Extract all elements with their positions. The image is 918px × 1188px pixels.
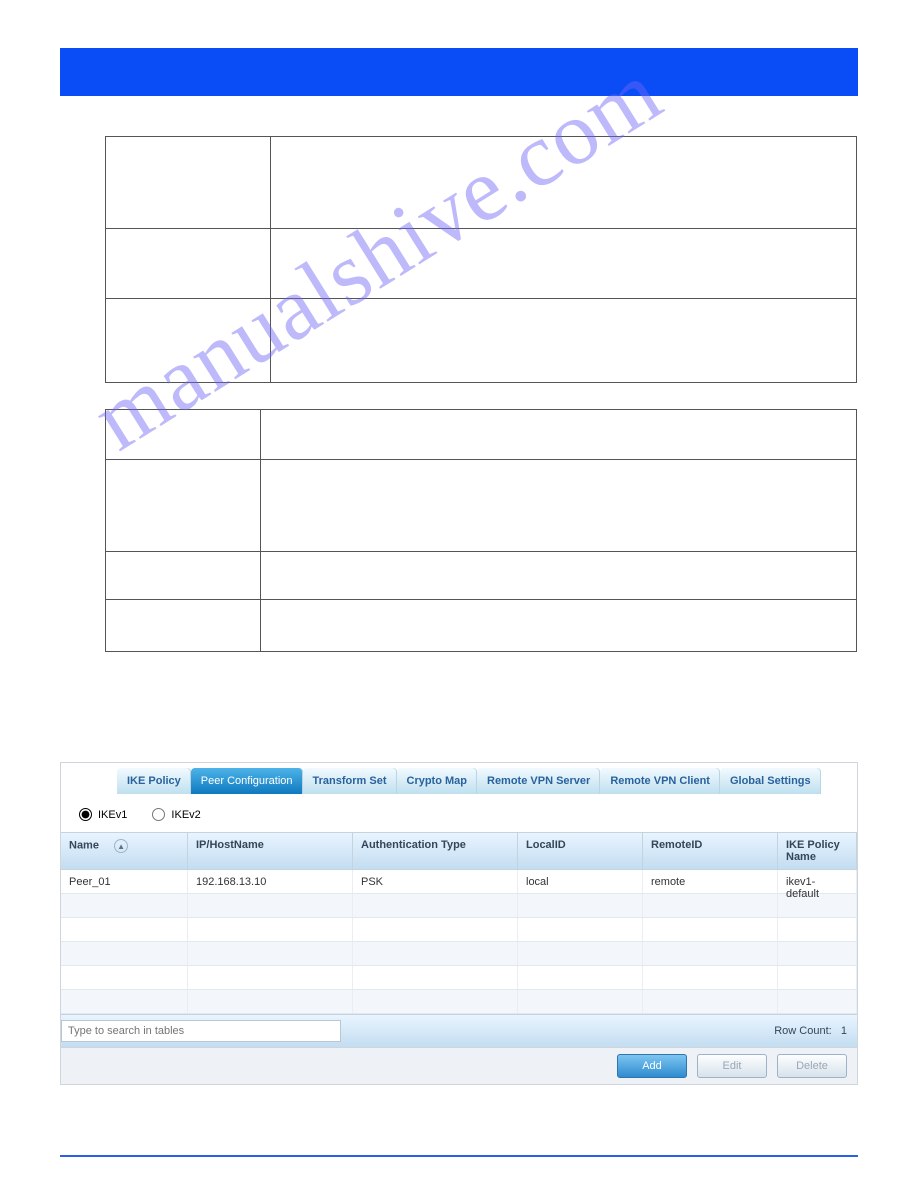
page-header-bar	[60, 48, 858, 96]
edit-button[interactable]: Edit	[697, 1054, 767, 1078]
ike-version-radios: IKEv1 IKEv2	[61, 794, 857, 832]
col-name-label: Name	[69, 840, 99, 852]
footer-rule	[60, 1155, 858, 1157]
grid-header-row: Name ▲ IP/HostName Authentication Type L…	[61, 832, 857, 870]
cell-name: Peer_01	[61, 870, 188, 893]
table-row: .	[61, 918, 857, 942]
tab-crypto-map[interactable]: Crypto Map	[397, 768, 478, 794]
delete-button[interactable]: Delete	[777, 1054, 847, 1078]
radio-ikev2-label[interactable]: IKEv2	[152, 808, 200, 821]
sort-asc-icon[interactable]: ▲	[114, 839, 128, 853]
peer-config-panel: IKE Policy Peer Configuration Transform …	[60, 762, 858, 1085]
table-row: .	[61, 966, 857, 990]
button-bar: Add Edit Delete	[61, 1047, 857, 1084]
table-row: .	[61, 990, 857, 1014]
grid-footer: Row Count: 1	[61, 1014, 857, 1047]
table-row[interactable]: Peer_01 192.168.13.10 PSK local remote i…	[61, 870, 857, 894]
cell-host: 192.168.13.10	[188, 870, 353, 893]
col-host[interactable]: IP/HostName	[188, 833, 353, 869]
tab-remote-vpn-client[interactable]: Remote VPN Client	[600, 768, 720, 794]
cell-policy: ikev1-default	[778, 870, 857, 893]
upper-spec-tables	[105, 136, 858, 652]
tab-peer-configuration[interactable]: Peer Configuration	[191, 768, 303, 794]
radio-ikev2[interactable]	[152, 808, 165, 821]
tab-strip: IKE Policy Peer Configuration Transform …	[61, 763, 857, 794]
table-row: .	[61, 894, 857, 918]
row-count-label: Row Count:	[774, 1025, 831, 1037]
table-row: .	[61, 942, 857, 966]
cell-remote: remote	[643, 870, 778, 893]
cell-auth: PSK	[353, 870, 518, 893]
tab-remote-vpn-server[interactable]: Remote VPN Server	[477, 768, 600, 794]
add-button[interactable]: Add	[617, 1054, 687, 1078]
peer-grid: Name ▲ IP/HostName Authentication Type L…	[61, 832, 857, 1047]
row-count-value: 1	[841, 1025, 847, 1037]
tab-global-settings[interactable]: Global Settings	[720, 768, 821, 794]
tab-transform-set[interactable]: Transform Set	[303, 768, 397, 794]
radio-ikev1-text: IKEv1	[98, 809, 127, 821]
search-input[interactable]	[61, 1020, 341, 1042]
radio-ikev1-label[interactable]: IKEv1	[79, 808, 127, 821]
tab-ike-policy[interactable]: IKE Policy	[117, 768, 191, 794]
col-auth[interactable]: Authentication Type	[353, 833, 518, 869]
grid-body: Peer_01 192.168.13.10 PSK local remote i…	[61, 870, 857, 1014]
col-policy[interactable]: IKE Policy Name	[778, 833, 857, 869]
col-remoteid[interactable]: RemoteID	[643, 833, 778, 869]
col-name[interactable]: Name ▲	[61, 833, 188, 869]
radio-ikev1[interactable]	[79, 808, 92, 821]
cell-local: local	[518, 870, 643, 893]
col-localid[interactable]: LocalID	[518, 833, 643, 869]
radio-ikev2-text: IKEv2	[171, 809, 200, 821]
